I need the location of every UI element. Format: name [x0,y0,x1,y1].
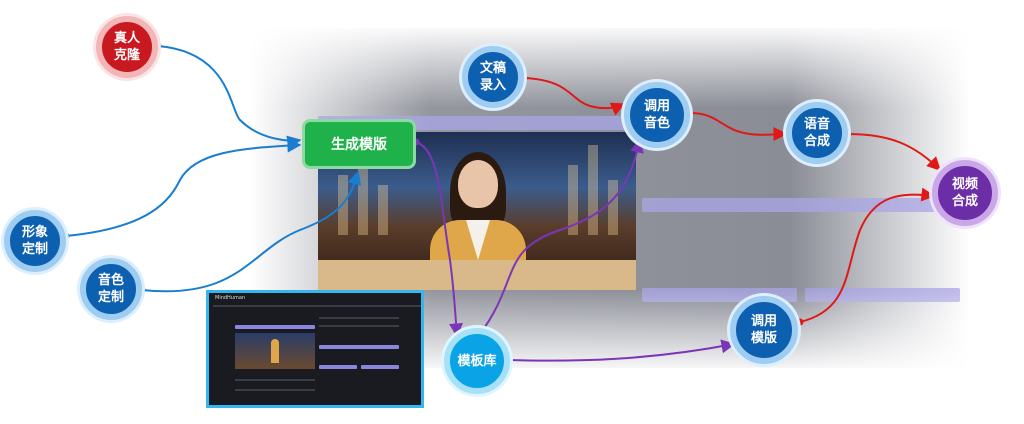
thumbnail-anchor [271,339,279,363]
link-voice-to-speech [689,112,788,142]
thumbnail-button [235,325,315,329]
thumbnail-title: MindHuman [215,295,246,301]
link-image-to-template [65,138,302,237]
thumbnail-divider [235,389,315,391]
node-real-person-clone: 真人 克隆 [96,16,158,78]
node-generate-template: 生成模版 [302,119,416,169]
link-library-to-invoke [507,339,736,362]
thumbnail-divider [319,317,399,319]
link-script-to-voice [523,77,626,116]
thumbnail-button [319,365,357,369]
node-video-synthesis: 视频 合成 [932,160,998,226]
node-voice-custom: 音色 定制 [80,258,142,320]
node-invoke-template: 调用 模版 [730,296,798,364]
link-invoke-to-video [799,187,936,323]
node-template-library: 模板库 [444,328,510,394]
link-library-to-voice [479,138,644,335]
thumbnail-video [235,333,315,369]
thumbnail-button [361,365,399,369]
thumbnail-button [319,345,399,349]
node-script-input: 文稿 录入 [462,46,524,108]
link-clone-to-template [157,45,302,150]
node-speech-synthesis: 语音 合成 [786,102,848,164]
thumbnail-divider [235,379,315,381]
thumbnail-divider [213,305,421,307]
thumbnail-divider [319,325,399,327]
link-speech-to-video [847,133,941,171]
node-image-custom: 形象 定制 [4,210,66,272]
app-thumbnail: MindHuman [206,290,424,408]
node-adjust-voice: 调用 音色 [624,82,690,148]
